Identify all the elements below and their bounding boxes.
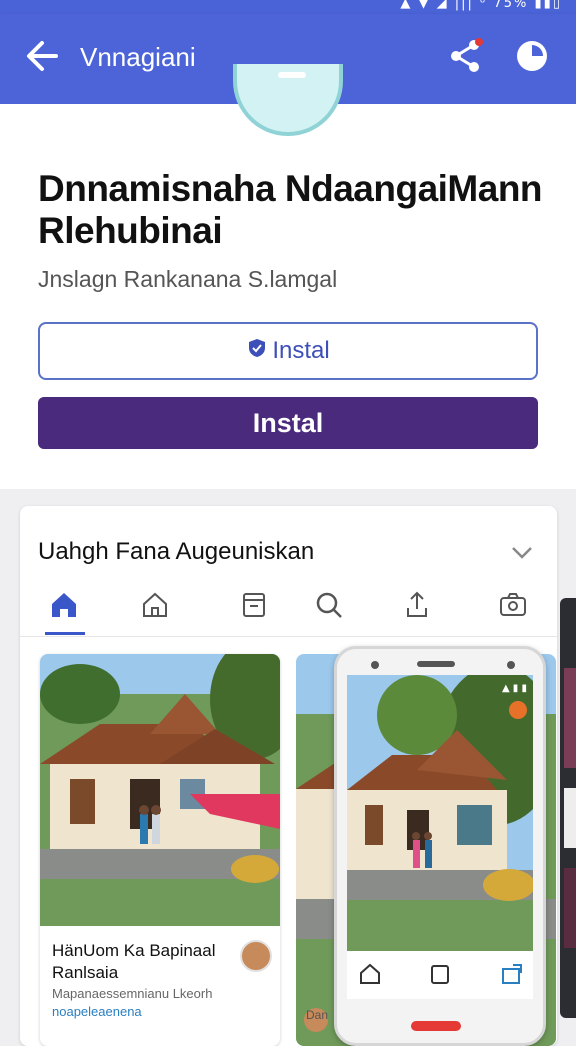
install-outline-label: Instal [272, 337, 330, 364]
back-arrow-icon[interactable] [22, 36, 62, 76]
share-up-icon[interactable] [400, 588, 434, 622]
sensor-dot [507, 661, 515, 669]
camera-dot [371, 661, 379, 669]
house-outline-icon[interactable] [138, 588, 172, 622]
app-subtitle: Jnslagn Rankanana S.lamgal [38, 266, 338, 292]
avatar[interactable] [240, 940, 272, 972]
phone-screen: ▲ ▮ ▮ [347, 675, 533, 951]
photo-card[interactable]: HänUom Ka Bapinaal Ranlsaia Mapanaessemn… [40, 654, 280, 1046]
shield-icon [246, 325, 268, 379]
tab-active-indicator [45, 632, 85, 635]
photo-link[interactable]: noapeleaenena [52, 1004, 272, 1019]
bookmark-icon[interactable] [237, 588, 271, 622]
square-icon[interactable] [427, 961, 453, 987]
phone-progress-pill [411, 1021, 461, 1031]
install-outline-button[interactable]: Instal [38, 322, 538, 380]
phone-status-icons: ▲ ▮ ▮ [501, 683, 527, 694]
share-box-icon[interactable] [499, 961, 525, 987]
footer-text: Dan [306, 1008, 329, 1022]
phone-screen-photo [347, 675, 533, 951]
status-bar: ▲ ▼ ◢ ||| ᵒ 75% ▮▮▯ [0, 0, 576, 14]
more-icon[interactable] [512, 36, 552, 76]
install-button[interactable]: Instal [38, 397, 538, 449]
search-icon[interactable] [312, 588, 346, 622]
home-icon[interactable] [357, 961, 383, 987]
next-preview-edge[interactable] [560, 598, 576, 1018]
photo-description: Mapanaessemnianu Lkeorh [52, 986, 213, 1001]
phone-mockup: ▲ ▮ ▮ [334, 646, 546, 1046]
tab-bar [20, 584, 557, 637]
phone-speaker [417, 661, 455, 667]
app-icon [233, 64, 343, 136]
home-icon[interactable] [47, 588, 81, 622]
house-photo [40, 654, 280, 926]
app-title: Dnnamisnaha NdaangaiMann Rlehubinai [38, 168, 543, 251]
status-icons: ▲ ▼ ◢ ||| ᵒ 75% ▮▮▯ [400, 0, 562, 11]
chevron-down-icon[interactable] [510, 542, 534, 562]
page-title: Vnnagiani [80, 42, 196, 72]
photo-info: HänUom Ka Bapinaal Ranlsaia Mapanaessemn… [40, 926, 280, 1046]
camera-icon[interactable] [496, 588, 530, 622]
card-title: Uahgh Fana Augeuniskan [38, 538, 315, 565]
notification-dot [475, 38, 483, 46]
photo-name: HänUom Ka Bapinaal Ranlsaia [52, 941, 216, 982]
app-header-section: Dnnamisnaha NdaangaiMann Rlehubinai Jnsl… [0, 64, 576, 489]
notification-badge [509, 701, 527, 719]
phone-nav-bar [347, 951, 533, 999]
